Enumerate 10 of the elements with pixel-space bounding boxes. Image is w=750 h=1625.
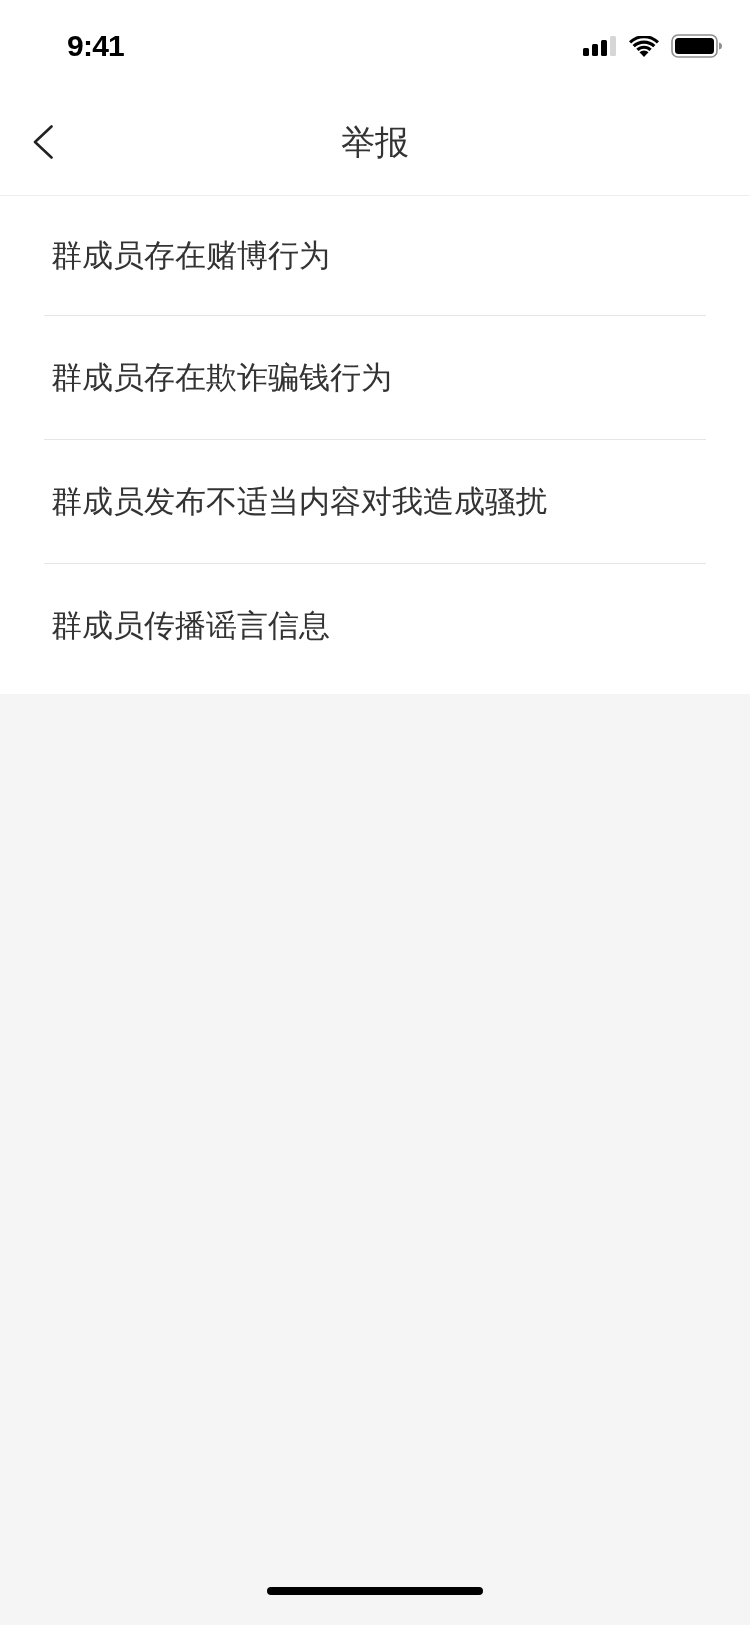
report-reason-item[interactable]: 群成员存在欺诈骗钱行为	[0, 316, 750, 439]
report-reason-item[interactable]: 群成员传播谣言信息	[0, 564, 750, 687]
page-title: 举报	[341, 124, 409, 159]
report-reason-item[interactable]: 群成员发布不适当内容对我造成骚扰	[0, 440, 750, 563]
wifi-icon	[629, 35, 659, 57]
status-time: 9:41	[67, 31, 125, 61]
back-icon[interactable]	[33, 125, 53, 159]
signal-icon	[583, 36, 617, 56]
report-reason-item[interactable]: 群成员存在赌博行为	[0, 196, 750, 315]
battery-icon	[671, 34, 722, 58]
